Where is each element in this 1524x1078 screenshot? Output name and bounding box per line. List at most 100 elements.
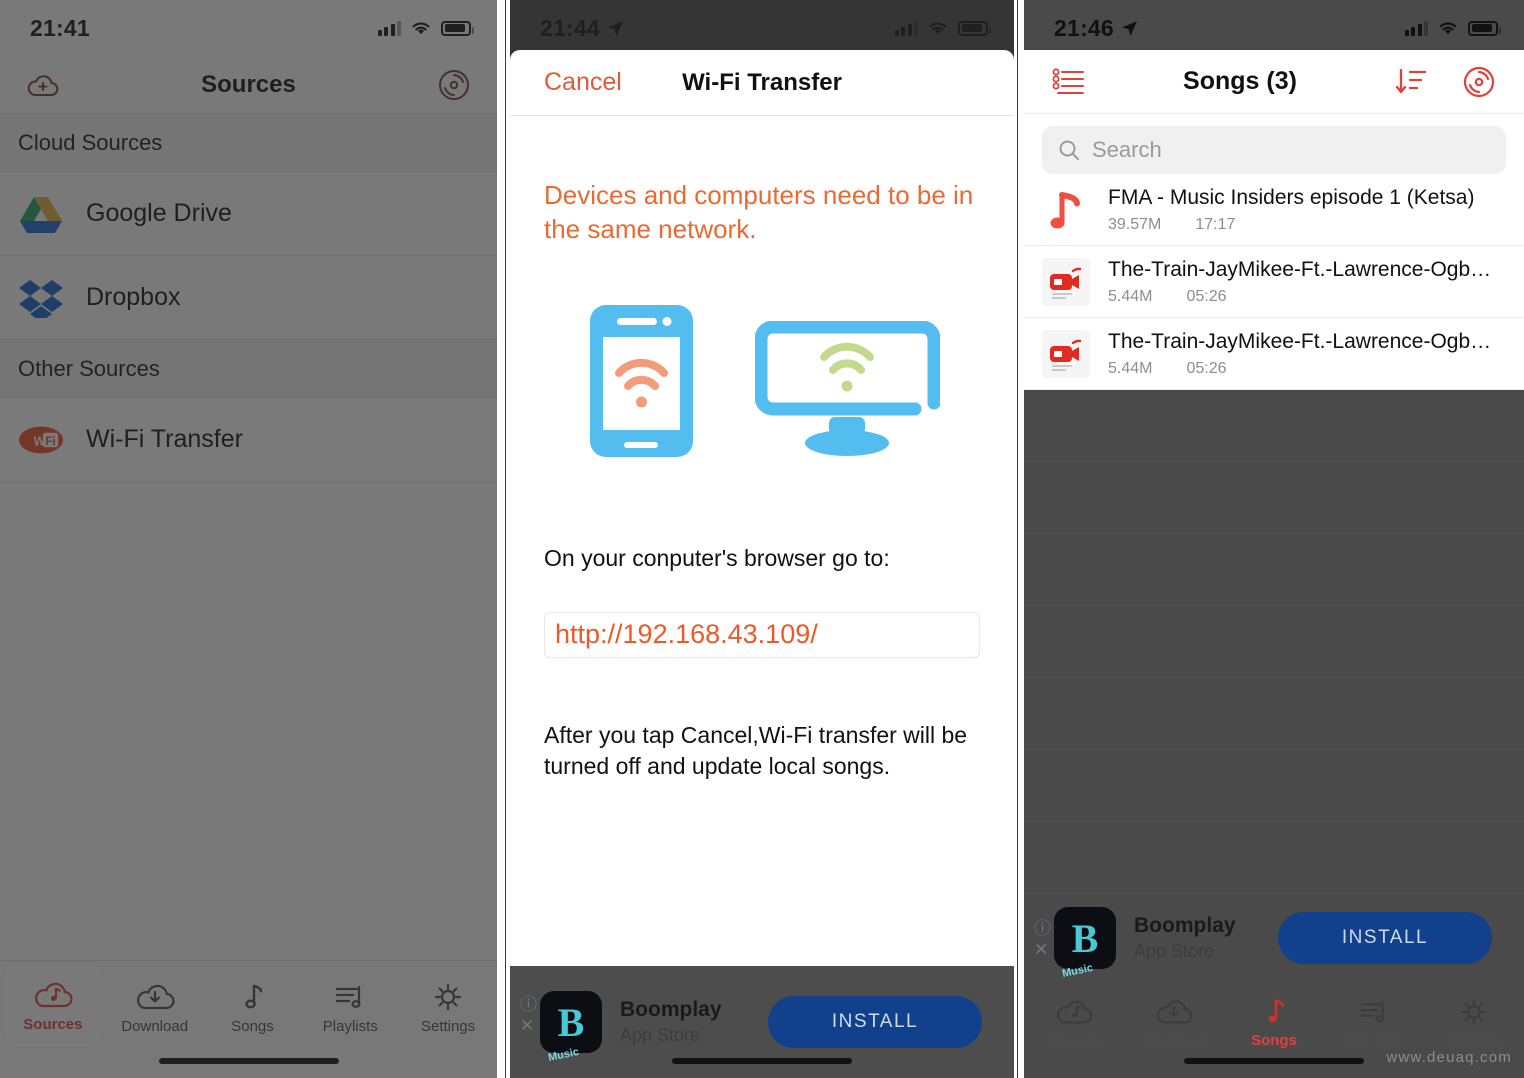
tab-download[interactable]: Download	[1124, 986, 1224, 1058]
google-drive-icon	[18, 191, 64, 237]
panel-wifi-transfer: 21:44 Cancel Wi-Fi Transfer Devices and …	[510, 0, 1014, 1078]
battery-icon	[958, 20, 991, 36]
home-indicator	[1184, 1058, 1364, 1064]
transfer-url-value: http://192.168.43.109/	[555, 619, 818, 650]
watermark: www.deuaq.com	[1386, 1049, 1512, 1066]
ad-banner-3[interactable]: ⓘ ✕ B Music Boomplay App Store INSTALL	[1024, 890, 1524, 986]
cloud-download-icon	[136, 984, 175, 1009]
tab-sources[interactable]: Sources	[1024, 986, 1124, 1058]
empty-row	[1024, 462, 1524, 534]
tab-download[interactable]: Download	[106, 961, 204, 1053]
section-header-other-sources: Other Sources	[0, 340, 497, 398]
playlist-list-icon[interactable]	[1048, 61, 1090, 103]
status-bar-1: 21:41	[0, 0, 497, 56]
location-arrow-icon	[607, 20, 623, 36]
ad-install-button[interactable]: INSTALL	[768, 996, 982, 1048]
ad-music-chip: Music	[1061, 961, 1095, 981]
ad-text-block: Boomplay App Store	[1134, 914, 1236, 962]
empty-row	[1024, 678, 1524, 750]
empty-row	[1024, 534, 1524, 606]
music-note-icon	[1042, 186, 1090, 234]
ad-close-icon[interactable]: ✕	[520, 1017, 537, 1034]
page-title: Songs (3)	[1183, 67, 1297, 95]
tab-songs[interactable]: Songs	[1224, 986, 1324, 1058]
status-left-2: 21:44	[540, 15, 624, 42]
ad-close-icon[interactable]: ✕	[1034, 941, 1051, 958]
ad-corner-controls[interactable]: ⓘ ✕	[520, 996, 537, 1034]
status-bar-2: 21:44	[510, 0, 1014, 56]
tab-label: Settings	[420, 1017, 476, 1035]
svg-text:Fi: Fi	[45, 435, 55, 447]
disc-icon[interactable]	[1458, 61, 1500, 103]
sort-descending-icon[interactable]	[1390, 61, 1432, 103]
cloud-music-icon	[1057, 1000, 1093, 1023]
wifi-icon	[412, 22, 430, 35]
empty-row	[1024, 750, 1524, 822]
cellular-signal-icon	[377, 20, 401, 36]
cancel-button[interactable]: Cancel	[544, 68, 622, 97]
songs-empty-rows	[1024, 390, 1524, 894]
song-meta: The-Train-JayMikee-Ft.-Lawrence-Ogb… 5.4…	[1108, 330, 1506, 378]
cloud-music-icon	[34, 982, 73, 1007]
ad-banner-2[interactable]: ⓘ ✕ B Music Boomplay App Store INSTALL	[510, 966, 1014, 1078]
cloud-plus-icon[interactable]	[22, 64, 64, 106]
tab-sources[interactable]: Sources	[4, 963, 102, 1047]
video-thumb-icon	[1042, 329, 1090, 378]
music-note-icon	[1268, 998, 1285, 1022]
song-meta: FMA - Music Insiders episode 1 (Ketsa) 3…	[1108, 186, 1506, 234]
table-row[interactable]: The-Train-JayMikee-Ft.-Lawrence-Ogb… 5.4…	[1024, 246, 1524, 318]
status-time: 21:44	[540, 14, 600, 41]
empty-row	[1024, 822, 1524, 894]
disc-icon[interactable]	[433, 64, 475, 106]
song-size: 39.57M	[1108, 215, 1162, 233]
empty-row	[1024, 606, 1524, 678]
cellular-signal-icon	[1404, 20, 1428, 36]
song-title: FMA - Music Insiders episode 1 (Ketsa)	[1108, 185, 1475, 209]
transfer-url-field[interactable]: http://192.168.43.109/	[544, 611, 980, 658]
sidebar-item-wifi-transfer[interactable]: Wi Fi Wi-Fi Transfer	[0, 398, 497, 482]
battery-icon	[1468, 20, 1501, 36]
boomplay-app-icon: B Music	[540, 991, 602, 1064]
tab-label: Sources	[1046, 1031, 1102, 1049]
tab-songs[interactable]: Songs	[204, 961, 302, 1053]
status-left-1: 21:41	[30, 15, 90, 42]
phone-wifi-icon	[590, 304, 693, 457]
table-row[interactable]: The-Train-JayMikee-Ft.-Lawrence-Ogb… 5.4…	[1024, 318, 1524, 390]
ad-info-icon[interactable]: ⓘ	[1034, 920, 1051, 937]
wifi-icon	[929, 22, 947, 35]
sidebar-item-google-drive[interactable]: Google Drive	[0, 172, 497, 256]
ad-title: Boomplay	[1134, 914, 1236, 937]
tab-settings[interactable]: Settings	[399, 961, 497, 1053]
tab-label: Download	[1140, 1031, 1208, 1049]
tab-label: Playlists	[322, 1017, 378, 1035]
ad-info-icon[interactable]: ⓘ	[520, 996, 537, 1013]
playlist-icon	[336, 985, 361, 1008]
ad-subtitle: App Store	[1134, 941, 1215, 961]
sidebar-item-dropbox[interactable]: Dropbox	[0, 256, 497, 340]
ad-subtitle: App Store	[620, 1025, 701, 1045]
songs-card: Songs (3) Search FMA - Music Insiders ep…	[1024, 50, 1524, 390]
search-input[interactable]: Search	[1042, 126, 1506, 174]
monitor-wifi-icon	[755, 320, 940, 456]
song-duration: 05:26	[1186, 287, 1227, 305]
song-size: 5.44M	[1108, 287, 1153, 305]
ad-install-button[interactable]: INSTALL	[1278, 912, 1492, 964]
songs-navbar: Songs (3)	[1024, 50, 1524, 114]
status-bar-3: 21:46	[1024, 0, 1524, 56]
table-row[interactable]: FMA - Music Insiders episode 1 (Ketsa) 3…	[1024, 174, 1524, 246]
tab-settings[interactable]: Settings	[1424, 986, 1524, 1058]
status-right-1	[377, 20, 474, 36]
instruction-text: On your conputer's browser go to:	[544, 544, 890, 571]
sources-navbar: Sources	[0, 56, 497, 114]
status-left-3: 21:46	[1054, 15, 1138, 42]
ad-corner-controls[interactable]: ⓘ ✕	[1034, 920, 1051, 958]
transfer-illustration	[510, 301, 1014, 461]
tab-playlists[interactable]: Playlists	[1324, 986, 1424, 1058]
songs-navbar-actions	[1390, 61, 1500, 103]
song-size: 5.44M	[1108, 359, 1153, 377]
gear-icon	[434, 983, 462, 1010]
song-duration: 05:26	[1186, 359, 1227, 377]
panel-songs: 21:46 Songs (3) Search FMA - Music Insid…	[1024, 0, 1524, 1078]
tab-playlists[interactable]: Playlists	[301, 961, 399, 1053]
three-phone-screenshot-montage: 21:41 Sources Cloud Sources Google Drive…	[0, 0, 1524, 1078]
